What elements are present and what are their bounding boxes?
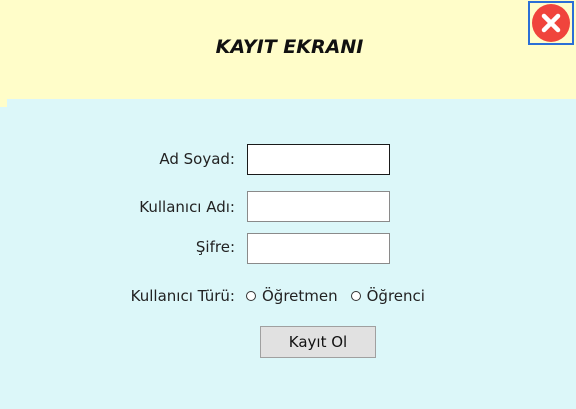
password-label: Şifre:: [195, 238, 235, 256]
user-type-radio-group: Öğretmen Öğrenci: [246, 287, 425, 305]
page-title: KAYIT EKRANI: [215, 36, 364, 58]
radio-teacher[interactable]: Öğretmen: [246, 287, 338, 305]
register-button[interactable]: Kayıt Ol: [260, 326, 376, 358]
radio-student[interactable]: Öğrenci: [350, 287, 425, 305]
radio-student-label: Öğrenci: [366, 287, 425, 305]
close-icon: [532, 4, 570, 42]
password-field[interactable]: [247, 233, 390, 264]
username-label: Kullanıcı Adı:: [139, 198, 235, 216]
header-panel: KAYIT EKRANI: [0, 0, 576, 99]
user-type-label: Kullanıcı Türü:: [130, 287, 235, 305]
radio-student-circle[interactable]: [350, 291, 361, 301]
username-field[interactable]: [247, 191, 390, 222]
name-label: Ad Soyad:: [159, 150, 235, 168]
close-button[interactable]: [528, 1, 574, 45]
registration-window: KAYIT EKRANI Ad Soyad: Kullanıcı Adı: Şi…: [0, 0, 576, 409]
radio-teacher-circle[interactable]: [246, 291, 256, 301]
name-field[interactable]: [247, 144, 390, 175]
radio-teacher-label: Öğretmen: [262, 287, 338, 305]
header-notch: [0, 99, 7, 107]
